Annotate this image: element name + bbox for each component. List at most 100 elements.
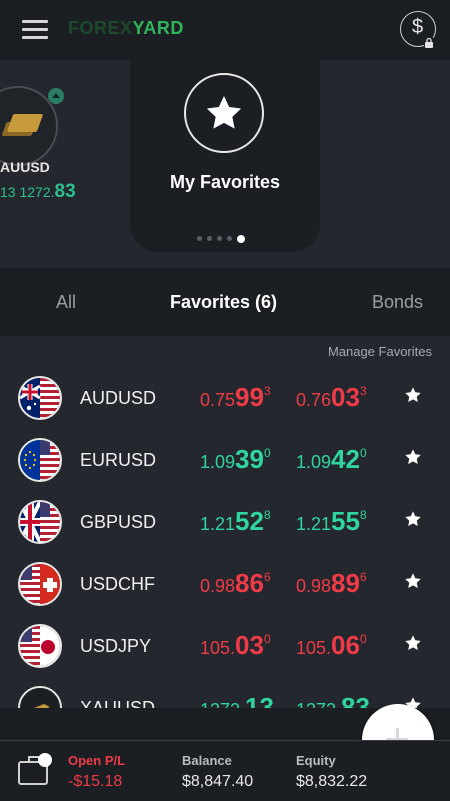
favorite-star-icon[interactable] (404, 572, 422, 595)
table-row[interactable]: GBPUSD 1.21528 1.21558 (0, 500, 450, 562)
app-header: FOREXYARD $ (0, 0, 450, 60)
lock-icon (423, 36, 435, 48)
bid-price-pips: 03 (235, 630, 264, 660)
ask-price[interactable]: 1.09420 (296, 444, 367, 475)
ask-price-fraction: 3 (359, 384, 367, 398)
ask-price-pre: 0.98 (296, 576, 332, 596)
instrument-symbol: GBPUSD (80, 512, 157, 532)
category-tabs: All Favorites (6) Bonds (0, 268, 450, 336)
bid-price[interactable]: 1272.13 (200, 692, 274, 708)
tab-bonds[interactable]: Bonds (372, 292, 423, 313)
bid-price-pips: 13 (245, 692, 274, 708)
favorite-star-icon[interactable] (404, 634, 422, 657)
ask-price[interactable]: 1.21558 (296, 506, 367, 537)
bid-price[interactable]: 1.21528 (200, 506, 271, 537)
ask-price-fraction: 6 (359, 570, 367, 584)
menu-icon[interactable] (22, 20, 48, 40)
page-dot (227, 236, 232, 241)
ask-price[interactable]: 0.76033 (296, 382, 367, 413)
bid-price-fraction: 6 (263, 570, 271, 584)
ask-price-pips: 06 (331, 630, 360, 660)
ask-price[interactable]: 0.98896 (296, 568, 367, 599)
bid-price-pre: 1.21 (200, 514, 236, 534)
bid-price-fraction: 8 (263, 508, 271, 522)
ask-price-pips: 03 (331, 382, 360, 412)
ask-price-fraction: 0 (359, 632, 367, 646)
carousel-title: My Favorites (169, 172, 281, 192)
page-dot (197, 236, 202, 241)
ask-price[interactable]: 1272.83 (296, 692, 370, 708)
instrument-symbol: AUDUSD (80, 388, 157, 408)
balance-label: Balance (182, 753, 232, 768)
bid-price-fraction: 3 (263, 384, 271, 398)
instrument-symbol: XAUUSD (80, 698, 156, 708)
bid-price-pips: 52 (235, 506, 264, 536)
page-dot-active (237, 234, 245, 243)
ask-price-fraction: 0 (359, 446, 367, 460)
open-pl-value: -$15.18 (68, 773, 123, 790)
tab-all[interactable]: All (56, 292, 76, 313)
ask-price-pips: 83 (341, 692, 370, 708)
ask-price[interactable]: 105.060 (296, 630, 367, 661)
carousel-page-indicator (197, 234, 245, 243)
instrument-symbol: EURUSD (80, 450, 157, 470)
table-row[interactable]: USDJPY 105.030 105.060 (0, 624, 450, 686)
balance-value: $8,847.40 (182, 773, 254, 790)
favorite-star-icon[interactable] (404, 386, 422, 409)
currency-flag-icon (18, 438, 62, 482)
ask-price-fraction: 8 (359, 508, 367, 522)
ask-price-pips: 42 (331, 444, 360, 474)
table-row[interactable]: EURUSD 1.09390 1.09420 (0, 438, 450, 500)
favorite-star-icon[interactable] (404, 448, 422, 471)
currency-flag-icon (18, 500, 62, 544)
ask-price-pre: 0.76 (296, 390, 332, 410)
bid-price-pips: 86 (235, 568, 264, 598)
currency-flag-icon (18, 624, 62, 668)
instrument-list[interactable]: Manage Favorites AUDUSD 0.75993 0.76033 EUR… (0, 336, 450, 708)
equity-label: Equity (296, 753, 336, 768)
currency-flag-icon (18, 376, 62, 420)
star-icon (206, 96, 242, 129)
currency-flag-icon (18, 562, 62, 606)
previous-card-price: 13 1272.83 (0, 181, 76, 202)
bid-price-pre: 1272. (200, 700, 245, 708)
previous-card-symbol: AUUSD (0, 159, 50, 175)
bid-price-pre: 105. (200, 638, 236, 658)
account-funds-button[interactable]: $ (400, 11, 436, 48)
bid-price-pips: 99 (235, 382, 264, 412)
manage-favorites-link[interactable]: Manage Favorites (328, 344, 432, 359)
tab-favorites[interactable]: Favorites (6) (170, 292, 277, 313)
ask-price-pips: 89 (331, 568, 360, 598)
bid-price-pre: 1.09 (200, 452, 236, 472)
table-row[interactable]: AUDUSD 0.75993 0.76033 (0, 376, 450, 438)
ask-price-pre: 1.21 (296, 514, 332, 534)
page-dot (217, 236, 222, 241)
bid-price-pre: 0.98 (200, 576, 236, 596)
open-pl-label: Open P/L (68, 753, 126, 768)
bid-price[interactable]: 1.09390 (200, 444, 271, 475)
table-row[interactable]: XAUUSD1272.131272.83 (0, 686, 450, 708)
instrument-symbol: USDCHF (80, 574, 155, 594)
currency-flag-icon (18, 686, 62, 708)
account-summary-bar: Open P/L -$15.18 Balance $8,847.40 Equit… (0, 740, 450, 801)
favorite-star-icon[interactable] (404, 510, 422, 533)
equity-value: $8,832.22 (296, 773, 368, 790)
brand-logo: FOREXYARD (68, 18, 184, 38)
trend-up-badge (48, 88, 64, 104)
bid-price-pre: 0.75 (200, 390, 236, 410)
bid-price-fraction: 0 (263, 446, 271, 460)
ask-price-pre: 105. (296, 638, 332, 658)
page-dot (207, 236, 212, 241)
table-row[interactable]: USDCHF 0.98866 0.98896 (0, 562, 450, 624)
instrument-symbol: USDJPY (80, 636, 152, 656)
ask-price-pre: 1.09 (296, 452, 332, 472)
bid-price-fraction: 0 (263, 632, 271, 646)
ask-price-pre: 1272. (296, 700, 341, 708)
notification-dot (38, 753, 52, 767)
favorites-card-button[interactable] (184, 73, 264, 153)
bid-price[interactable]: 105.030 (200, 630, 271, 661)
bid-price-pips: 39 (235, 444, 264, 474)
bid-price[interactable]: 0.75993 (200, 382, 271, 413)
bid-price[interactable]: 0.98866 (200, 568, 271, 599)
ask-price-pips: 55 (331, 506, 360, 536)
